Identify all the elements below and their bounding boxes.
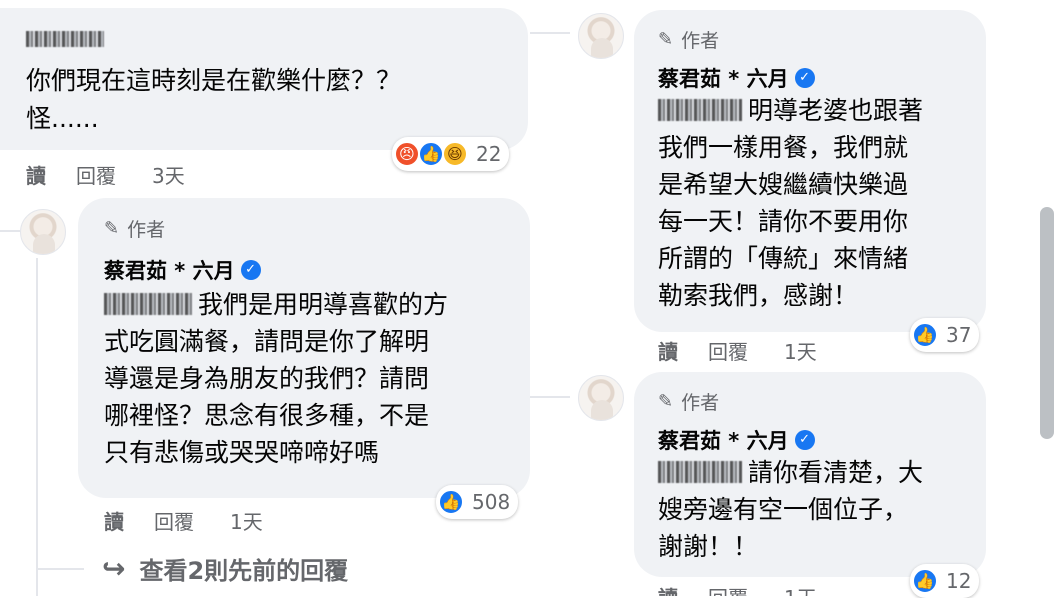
avatar[interactable] <box>20 209 66 255</box>
verified-badge-icon: ✓ <box>794 430 815 450</box>
timestamp[interactable]: 3天 <box>152 160 185 189</box>
commenter-name[interactable] <box>26 30 110 50</box>
reaction-count: 37 <box>946 323 972 347</box>
reply-actions-right-top: 讀 回覆 1天 <box>658 336 853 365</box>
like-icon: 👍 <box>912 322 938 348</box>
reaction-count: 12 <box>946 569 972 593</box>
avatar[interactable] <box>578 375 624 421</box>
timestamp[interactable]: 1天 <box>230 506 263 535</box>
read-action[interactable]: 讀 <box>26 160 46 189</box>
reaction-count: 22 <box>476 142 502 166</box>
reply-button[interactable]: 回覆 <box>154 506 194 535</box>
reply-actions-left: 讀 回覆 1天 <box>104 506 299 535</box>
read-action[interactable]: 讀 <box>658 336 678 365</box>
read-action[interactable]: 讀 <box>104 506 124 535</box>
timestamp[interactable]: 1天 <box>784 582 817 596</box>
like-icon: 👍 <box>418 141 444 167</box>
redacted-mention <box>104 293 192 315</box>
thread-connector <box>36 568 84 570</box>
reply-button[interactable]: 回覆 <box>708 582 748 596</box>
verified-badge-icon: ✓ <box>240 260 261 280</box>
timestamp[interactable]: 1天 <box>784 336 817 365</box>
angry-icon: 😠 <box>394 141 420 167</box>
reply-button[interactable]: 回覆 <box>76 160 116 189</box>
reply-text: 明導老婆也跟著 我們一樣用餐，我們就 是希望大嫂繼續快樂過 每一天！請你不要用你… <box>658 96 924 310</box>
reply-author-name[interactable]: 蔡君茹 * 六月 ✓ <box>104 255 261 285</box>
haha-icon: 😆 <box>442 141 468 167</box>
comment-actions-top: 讀 回覆 3天 <box>26 160 221 189</box>
author-tag: ✎ 作者 <box>104 218 166 241</box>
redacted-mention <box>658 99 742 121</box>
thread-connector <box>0 230 20 232</box>
thread-line-vertical <box>36 258 38 596</box>
pencil-icon: ✎ <box>658 391 674 412</box>
redacted-mention <box>658 461 742 483</box>
redacted-name <box>26 31 104 47</box>
like-icon: 👍 <box>438 489 464 515</box>
reaction-count: 508 <box>472 490 511 514</box>
reply-text: 我們是用明導喜歡的方 式吃圓滿餐，請問是你了解明 導還是身為朋友的我們？請問 哪… <box>104 290 449 467</box>
reaction-summary-right-bottom[interactable]: 👍 12 <box>910 564 980 598</box>
reaction-summary-top[interactable]: 😠 👍 😆 22 <box>392 137 510 171</box>
author-tag: ✎ 作者 <box>658 391 720 414</box>
reaction-summary-left[interactable]: 👍 508 <box>436 485 519 519</box>
comment-text-line-2: 怪...... <box>26 104 99 133</box>
reply-author-name[interactable]: 蔡君茹 * 六月 ✓ <box>658 63 815 93</box>
read-action[interactable]: 讀 <box>658 582 678 596</box>
like-icon: 👍 <box>912 568 938 594</box>
thread-connector <box>530 396 570 398</box>
reply-button[interactable]: 回覆 <box>708 336 748 365</box>
reply-actions-right-bottom: 讀 回覆 1天 <box>658 582 853 596</box>
reply-arrow-icon: ↪ <box>102 552 126 585</box>
comment-text-line-1: 你們現在這時刻是在歡樂什麼？？ <box>26 66 402 95</box>
thread-connector <box>530 32 570 34</box>
avatar[interactable] <box>578 13 624 59</box>
scrollbar-thumb[interactable] <box>1040 207 1054 439</box>
author-tag: ✎ 作者 <box>658 29 720 52</box>
pencil-icon: ✎ <box>104 218 120 239</box>
verified-badge-icon: ✓ <box>794 68 815 88</box>
reply-text: 請你看清楚，大 嫂旁邊有空一個位子， 謝謝！！ <box>658 458 924 561</box>
reaction-summary-right-top[interactable]: 👍 37 <box>910 318 980 352</box>
pencil-icon: ✎ <box>658 29 674 50</box>
reply-author-name[interactable]: 蔡君茹 * 六月 ✓ <box>658 425 815 455</box>
view-previous-replies[interactable]: ↪ 查看2則先前的回覆 <box>102 551 348 586</box>
